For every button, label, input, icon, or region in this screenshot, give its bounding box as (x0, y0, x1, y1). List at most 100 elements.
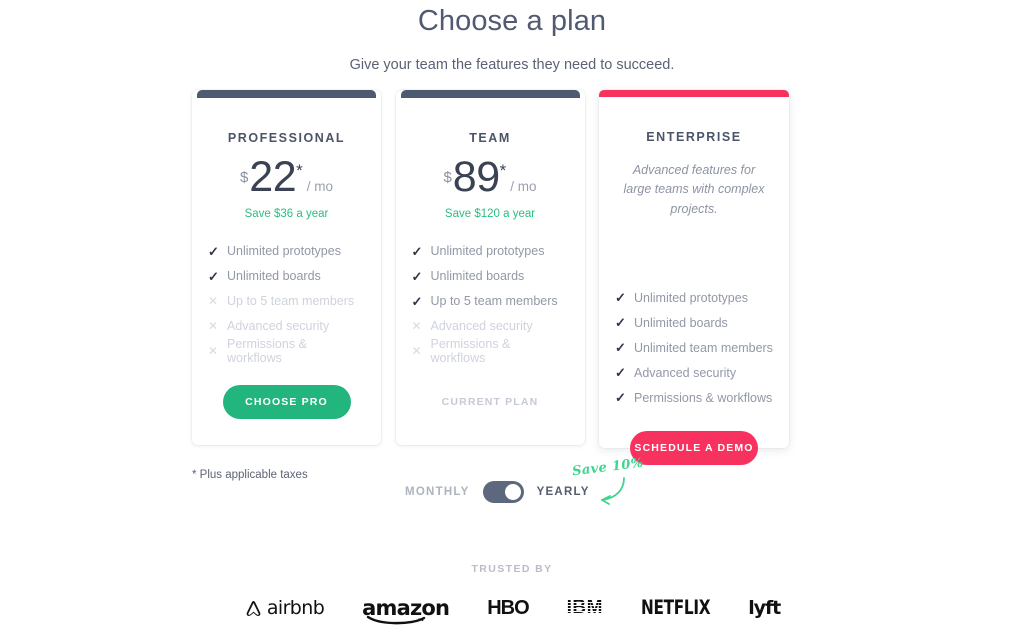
price-block: $ 22 * / mo (208, 145, 365, 201)
current-plan-button: CURRENT PLAN (426, 385, 554, 419)
amazon-smile-icon (366, 616, 426, 625)
check-icon: ✓ (615, 340, 626, 356)
feature-label: Unlimited prototypes (634, 290, 748, 305)
page-title: Choose a plan (417, 5, 607, 37)
logo-ibm: IBM (567, 596, 603, 620)
plan-name: ENTERPRISE (646, 130, 742, 144)
feature-item: ✕ Advanced security (208, 314, 365, 339)
billing-toggle-switch[interactable] (482, 481, 524, 503)
feature-label: Unlimited boards (430, 269, 525, 284)
plan-description: Advanced features for large teams with c… (623, 163, 765, 216)
check-icon: ✓ (615, 290, 626, 306)
logo-airbnb-text: airbnb (266, 597, 325, 619)
cross-icon: ✕ (411, 319, 422, 334)
feature-item: ✓ Up to 5 team members (412, 289, 569, 314)
billing-toggle-knob[interactable] (504, 484, 521, 500)
feature-label: Unlimited prototypes (430, 244, 545, 259)
billing-toggle[interactable]: MONTHLY YEARLY (405, 481, 590, 503)
feature-item: ✓ Advanced security (615, 360, 773, 385)
feature-label: Unlimited prototypes (227, 244, 341, 259)
cross-icon: ✕ (208, 319, 219, 334)
trusted-by-title: TRUSTED BY (471, 563, 553, 575)
plan-name: TEAM (469, 131, 511, 145)
logo-netflix-text: NETFLIX (640, 596, 711, 620)
logo-ibm-text: IBM (566, 597, 603, 618)
save-annotation: Save 10% (571, 455, 652, 508)
cross-icon: ✕ (208, 294, 219, 309)
feature-item: ✓ Unlimited boards (615, 310, 773, 335)
feature-label: Advanced security (227, 319, 330, 334)
card-accent-bar (400, 90, 580, 98)
check-icon: ✓ (208, 268, 219, 284)
page-subtitle: Give your team the features they need to… (349, 57, 675, 73)
feature-item: ✕ Advanced security (412, 314, 569, 339)
price-period: / mo (306, 179, 334, 195)
price-amount: 89 (452, 153, 500, 201)
feature-item: ✓ Unlimited boards (412, 264, 569, 289)
page-header: Choose a plan Give your team the feature… (0, 0, 1024, 73)
feature-item: ✓ Unlimited prototypes (208, 239, 365, 264)
logo-netflix: NETFLIX (640, 596, 711, 620)
logo-airbnb: airbnb (244, 596, 325, 620)
plan-card-professional[interactable]: PROFESSIONAL $ 22 * / mo Save $36 a year… (192, 90, 381, 445)
save-annotation-text: Save 10% (571, 455, 645, 480)
check-icon: ✓ (615, 365, 626, 381)
feature-label: Unlimited boards (634, 315, 728, 330)
price-currency: $ (239, 169, 249, 186)
logo-hbo-text: HBO (487, 596, 529, 619)
trusted-by-section: TRUSTED BY airbnb amazon HBO IBM NETFLIX… (0, 563, 1024, 625)
feature-label: Advanced security (430, 319, 533, 334)
price-save-note: Save $36 a year (244, 207, 329, 220)
price-period: / mo (510, 179, 537, 195)
cross-icon: ✕ (208, 344, 219, 359)
card-body: TEAM $ 89 * / mo Save $120 a year ✓ Unli… (396, 98, 585, 419)
card-accent-bar (197, 90, 376, 98)
logo-amazon: amazon (362, 596, 450, 625)
plan-name: PROFESSIONAL (227, 131, 346, 145)
card-body: PROFESSIONAL $ 22 * / mo Save $36 a year… (192, 98, 381, 419)
feature-item: ✕ Permissions & workflows (208, 337, 365, 366)
price-asterisk: * (499, 161, 507, 180)
feature-item: ✓ Unlimited prototypes (412, 239, 569, 264)
feature-list: ✓ Unlimited prototypes ✓ Unlimited board… (411, 220, 569, 366)
choose-pro-button[interactable]: CHOOSE PRO (222, 384, 351, 419)
price-save-note: Save $120 a year (444, 207, 536, 220)
feature-item: ✓ Unlimited boards (208, 264, 365, 289)
cta-wrap: CURRENT PLAN (412, 364, 569, 419)
logo-hbo: HBO (487, 596, 529, 620)
price-asterisk: * (296, 161, 303, 180)
plan-card-enterprise[interactable]: ENTERPRISE Advanced features for large t… (599, 90, 789, 466)
plans-row: PROFESSIONAL $ 22 * / mo Save $36 a year… (192, 90, 789, 466)
cta-wrap: CHOOSE PRO (208, 364, 365, 419)
card-body: ENTERPRISE Advanced features for large t… (599, 97, 789, 466)
curved-arrow-icon (601, 477, 625, 505)
card-accent-bar (599, 90, 789, 97)
check-icon: ✓ (411, 293, 423, 309)
logo-lyft-text: lyft (748, 597, 781, 619)
feature-list: ✓ Unlimited prototypes ✓ Unlimited board… (615, 219, 773, 410)
price-currency: $ (443, 169, 452, 186)
cross-icon: ✕ (411, 344, 422, 359)
feature-item: ✓ Permissions & workflows (615, 385, 773, 410)
feature-label: Unlimited team members (634, 340, 773, 355)
plan-card-team[interactable]: TEAM $ 89 * / mo Save $120 a year ✓ Unli… (395, 90, 585, 445)
feature-label: Up to 5 team members (227, 294, 355, 309)
price-amount: 22 (249, 153, 297, 201)
feature-label: Permissions & workflows (634, 390, 773, 405)
check-icon: ✓ (615, 390, 626, 406)
check-icon: ✓ (411, 268, 423, 284)
feature-list: ✓ Unlimited prototypes ✓ Unlimited board… (208, 220, 365, 366)
feature-label: Permissions & workflows (227, 337, 307, 366)
billing-toggle-monthly-label[interactable]: MONTHLY (405, 486, 470, 498)
airbnb-mark-icon (246, 600, 261, 616)
check-icon: ✓ (208, 243, 219, 259)
feature-label: Permissions & workflows (430, 337, 511, 366)
logo-lyft: lyft (748, 596, 781, 620)
logo-row: airbnb amazon HBO IBM NETFLIX lyft (0, 575, 1024, 625)
feature-label: Unlimited boards (227, 269, 321, 284)
feature-item: ✓ Unlimited team members (615, 335, 773, 360)
feature-label: Advanced security (634, 365, 737, 380)
check-icon: ✓ (411, 243, 423, 259)
price-block: $ 89 * / mo (412, 145, 569, 201)
feature-item: ✓ Unlimited prototypes (615, 285, 773, 310)
